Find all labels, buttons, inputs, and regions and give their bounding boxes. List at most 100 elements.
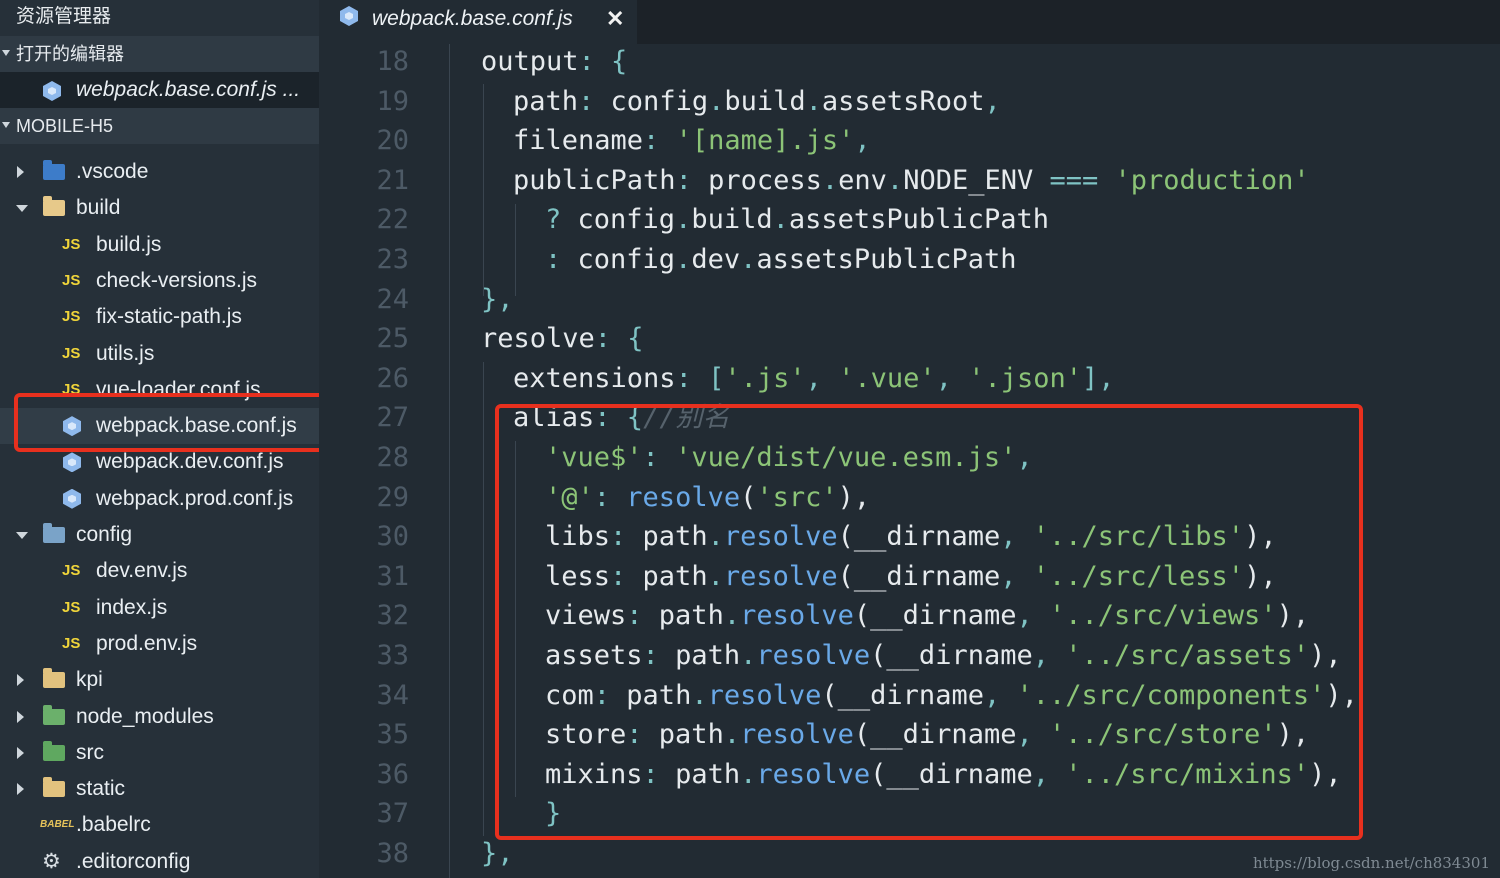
code-token: . [772, 204, 789, 236]
code-token: path [658, 600, 724, 632]
code-line[interactable]: } [545, 796, 561, 836]
code-line[interactable]: 'vue$': 'vue/dist/vue.esm.js', [545, 440, 1033, 480]
code-token: assetsRoot [821, 85, 985, 117]
config-folder-icon [43, 523, 65, 543]
code-token: '../src/assets' [1065, 640, 1310, 671]
tree-item[interactable]: kpi [0, 662, 319, 698]
tree-item[interactable]: webpack.base.conf.js [0, 408, 319, 445]
tab-bar: webpack.base.conf.js ✕ [319, 0, 1500, 44]
chevron-right-icon[interactable] [17, 710, 24, 723]
webpack-icon [63, 452, 81, 473]
code-line[interactable]: libs: path.resolve(__dirname, '../src/li… [545, 519, 1277, 559]
code-token: . [740, 640, 757, 671]
open-editors-header[interactable]: 打开的编辑器 [0, 36, 319, 72]
project-header[interactable]: MOBILE-H5 [0, 108, 319, 144]
code-token: __dirname [837, 679, 984, 711]
webpack-icon [340, 6, 358, 26]
code-line[interactable]: output: { [481, 44, 627, 84]
code-token: , [935, 362, 969, 394]
code-line[interactable]: extensions: ['.js', '.vue', '.json'], [513, 361, 1115, 401]
open-editor-item[interactable]: webpack.base.conf.js ... [0, 72, 319, 108]
code-token: ? [545, 204, 578, 236]
code-line[interactable]: store: path.resolve(__dirname, '../src/s… [545, 717, 1309, 757]
code-line[interactable]: less: path.resolve(__dirname, '../src/le… [545, 559, 1277, 599]
line-number: 24 [376, 283, 409, 315]
tree-item[interactable]: BABEL .babelrc [0, 807, 319, 843]
tree-item[interactable]: JS vue-loader.conf.js [0, 372, 319, 408]
chevron-down-icon[interactable] [16, 532, 28, 539]
code-line[interactable]: com: path.resolve(__dirname, '../src/com… [545, 678, 1358, 718]
code-token: __dirname [870, 600, 1017, 632]
tree-item-label: check-versions.js [96, 268, 258, 292]
tree-item[interactable]: build [0, 190, 319, 226]
code-line[interactable]: filename: '[name].js', [513, 123, 871, 163]
code-token: '.vue' [838, 362, 936, 394]
code-token: , [805, 362, 839, 394]
node-folder-icon [43, 704, 65, 725]
code-line[interactable]: alias: {//别名 [513, 400, 730, 440]
code-token: ), [1325, 679, 1358, 711]
code-token: : [593, 481, 627, 513]
tree-item[interactable]: .vscode [0, 154, 319, 190]
code-token: '../src/store' [1048, 719, 1277, 751]
code-line[interactable]: : config.dev.assetsPublicPath [545, 242, 1016, 282]
code-token: com [545, 679, 594, 711]
code-editor[interactable]: 18 19 20 21 22 23 24 25 26 27 28 29 30 31 32 33 34 35 36 37… [319, 44, 1500, 878]
code-token: path [658, 719, 724, 751]
tree-item[interactable]: webpack.prod.conf.js [0, 481, 319, 517]
code-line[interactable]: mixins: path.resolve(__dirname, '../src/… [545, 757, 1342, 797]
tree-item-label: index.js [96, 595, 168, 619]
code-token: } [545, 798, 562, 830]
code-token: store [545, 719, 627, 751]
code-line[interactable]: path: config.build.assetsRoot, [513, 84, 1001, 124]
tree-item[interactable]: static [0, 771, 319, 807]
tree-item[interactable]: src [0, 735, 319, 771]
tree-item[interactable]: JS dev.env.js [0, 553, 319, 589]
chevron-right-icon[interactable] [17, 674, 24, 687]
chevron-right-icon[interactable] [17, 746, 24, 759]
tree-item[interactable]: webpack.dev.conf.js [0, 444, 319, 480]
tree-item[interactable]: config [0, 517, 319, 553]
code-line[interactable]: publicPath: process.env.NODE_ENV === 'pr… [513, 163, 1310, 203]
chevron-right-icon[interactable] [17, 166, 24, 178]
chevron-right-icon[interactable] [17, 783, 24, 796]
tree-item[interactable]: JS prod.env.js [0, 626, 319, 662]
code-token: : { [578, 46, 628, 77]
tree-item-label: utils.js [96, 341, 155, 365]
tree-item[interactable]: JS check-versions.js [0, 263, 319, 299]
js-icon: JS [62, 634, 81, 652]
code-token: . [675, 244, 692, 275]
code-line[interactable]: }, [481, 282, 514, 322]
close-icon[interactable]: ✕ [606, 0, 624, 38]
code-line[interactable]: views: path.resolve(__dirname, '../src/v… [545, 598, 1309, 638]
tree-item[interactable]: ⚙ .editorconfig [0, 844, 319, 878]
code-token: . [805, 85, 822, 117]
code-line[interactable]: resolve: { [481, 321, 644, 361]
code-line[interactable]: assets: path.resolve(__dirname, '../src/… [545, 638, 1342, 678]
code-token: ( [837, 560, 854, 592]
code-line[interactable]: }, [481, 836, 514, 876]
tab-webpack-base-conf[interactable]: webpack.base.conf.js ✕ [319, 0, 637, 44]
line-number: 21 [376, 164, 409, 196]
tree-item[interactable]: JS fix-static-path.js [0, 299, 319, 335]
code-token: ( [740, 481, 757, 513]
code-token: 'src' [756, 481, 838, 513]
tree-item[interactable]: JS utils.js [0, 336, 319, 372]
code-token: '../src/less' [1032, 560, 1245, 592]
code-token: process [708, 164, 822, 196]
code-line[interactable]: '@': resolve('src'), [545, 480, 870, 520]
code-token: ), [1309, 758, 1342, 790]
webpack-icon [43, 81, 61, 101]
tree-item[interactable]: node_modules [0, 699, 319, 735]
chevron-down-icon[interactable] [16, 205, 28, 213]
code-line[interactable]: ? config.build.assetsPublicPath [545, 202, 1049, 242]
code-token: assetsPublicPath [756, 244, 1017, 275]
vscode-folder-icon [43, 160, 65, 180]
code-token: NODE_ENV [903, 164, 1034, 196]
code-token: . [691, 679, 708, 711]
tree-item[interactable]: JS index.js [0, 590, 319, 626]
code-token: , [1032, 640, 1066, 671]
line-number: 31 [376, 560, 409, 592]
tree-item[interactable]: JS build.js [0, 227, 319, 263]
line-number: 23 [376, 244, 409, 275]
